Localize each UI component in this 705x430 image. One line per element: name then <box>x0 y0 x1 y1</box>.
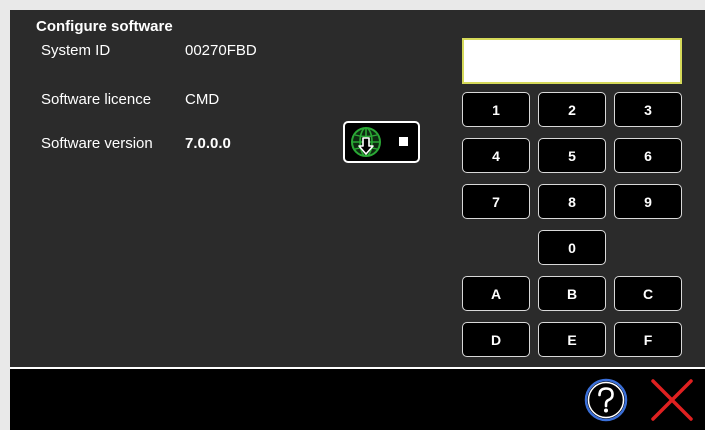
page-title: Configure software <box>36 18 173 35</box>
globe-download-icon <box>350 126 382 158</box>
key-1[interactable]: 1 <box>462 92 530 127</box>
software-licence-value: CMD <box>185 91 220 108</box>
stop-square-icon <box>399 137 408 146</box>
key-d[interactable]: D <box>462 322 530 357</box>
key-2[interactable]: 2 <box>538 92 606 127</box>
footer-bar <box>10 367 705 430</box>
system-id-value: 00270FBD <box>185 42 257 59</box>
software-version-value: 7.0.0.0 <box>185 135 231 152</box>
key-e[interactable]: E <box>538 322 606 357</box>
close-x-icon <box>647 379 697 427</box>
key-5[interactable]: 5 <box>538 138 606 173</box>
key-9[interactable]: 9 <box>614 184 682 219</box>
key-3[interactable]: 3 <box>614 92 682 127</box>
software-licence-label: Software licence <box>41 91 152 108</box>
download-software-button[interactable] <box>343 121 420 163</box>
key-a[interactable]: A <box>462 276 530 311</box>
main-panel: Configure software System ID 00270FBD So… <box>10 10 705 367</box>
code-entry-field[interactable] <box>462 38 682 84</box>
system-id-label: System ID <box>41 42 111 59</box>
key-0[interactable]: 0 <box>538 230 606 265</box>
key-f[interactable]: F <box>614 322 682 357</box>
screen: Configure software System ID 00270FBD So… <box>10 10 705 430</box>
key-b[interactable]: B <box>538 276 606 311</box>
help-button[interactable] <box>583 377 629 423</box>
software-version-label: Software version <box>41 135 153 152</box>
key-7[interactable]: 7 <box>462 184 530 219</box>
help-question-icon <box>583 378 629 427</box>
close-button[interactable] <box>647 377 697 423</box>
key-8[interactable]: 8 <box>538 184 606 219</box>
key-4[interactable]: 4 <box>462 138 530 173</box>
key-c[interactable]: C <box>614 276 682 311</box>
key-6[interactable]: 6 <box>614 138 682 173</box>
